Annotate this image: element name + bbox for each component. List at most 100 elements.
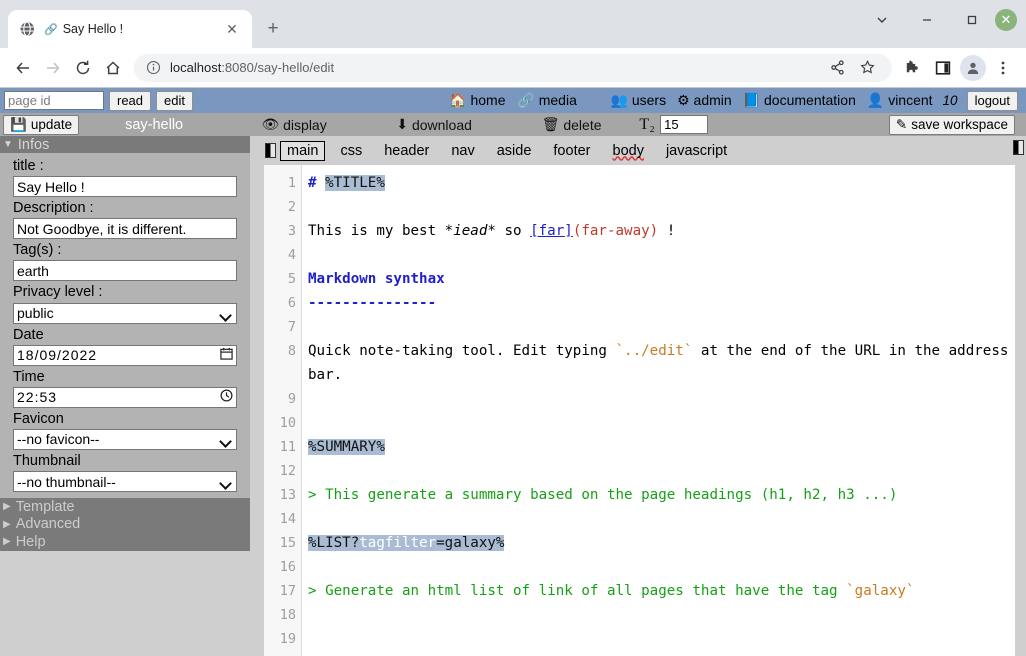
code-heading: Markdown synthax [308, 271, 445, 287]
code-variable: %SUMMARY% [308, 439, 385, 455]
time-field[interactable] [13, 386, 237, 408]
thumbnail-select[interactable]: --no thumbnail-- [13, 471, 237, 492]
documentation-link[interactable]: 📘 documentation [743, 92, 856, 109]
sidebar-section-template-label: Template [15, 498, 75, 515]
browser-nav-bar: localhost:8080/say-hello/edit [0, 48, 1026, 88]
code-variable-param: tagfilter [359, 535, 437, 551]
delete-button[interactable]: 🗑 delete [509, 116, 634, 133]
line-number: 15 [279, 535, 296, 551]
user-count-badge: 10 [942, 93, 958, 108]
three-dot-menu-icon[interactable] [988, 53, 1018, 83]
download-icon: ⬇ [396, 116, 409, 132]
tab-footer[interactable]: footer [546, 141, 597, 161]
edit-button[interactable]: edit [156, 90, 193, 111]
reload-icon[interactable] [68, 53, 98, 83]
eye-icon: 👁 [261, 116, 280, 132]
sidebar-section-advanced-label: Advanced [15, 516, 81, 533]
panel-collapse-right-icon[interactable] [1013, 140, 1024, 155]
display-label: display [283, 116, 327, 133]
save-disk-icon: 💾 [10, 116, 27, 132]
code-variable: %TITLE% [325, 175, 385, 191]
update-button[interactable]: 💾 update [3, 114, 80, 135]
forward-arrow-icon[interactable] [38, 53, 68, 83]
line-number: 10 [279, 415, 296, 431]
tags-label: Tag(s) : [13, 242, 62, 259]
code-line: ​ [308, 387, 1015, 411]
line-number: 14 [279, 511, 296, 527]
text-size-icon: T₂ [639, 115, 655, 133]
vincent-user-link[interactable]: 👤 vincent [867, 92, 933, 109]
page-id-input[interactable] [4, 91, 104, 110]
code-line: > This generate a summary based on the p… [308, 483, 1015, 507]
back-arrow-icon[interactable] [8, 53, 38, 83]
vincent-label: vincent [888, 92, 933, 108]
share-icon[interactable] [822, 53, 852, 83]
tab-header[interactable]: header [377, 141, 436, 161]
tab-nav[interactable]: nav [444, 141, 481, 161]
privacy-level-select[interactable]: public [13, 302, 237, 324]
code-line: ​ [308, 195, 1015, 219]
users-link[interactable]: 👥 users [611, 92, 667, 109]
profile-avatar-icon[interactable] [960, 54, 986, 81]
panel-collapse-left-icon[interactable] [265, 143, 276, 158]
minimize-icon[interactable] [904, 0, 949, 40]
code-line: ​ [308, 315, 1015, 339]
sidebar-section-advanced[interactable]: ▶ Advanced [0, 515, 250, 533]
tab-aside[interactable]: aside [490, 141, 539, 161]
date-field[interactable] [13, 344, 237, 366]
code-line: %SUMMARY% [308, 435, 1015, 459]
display-button[interactable]: 👁 display [229, 116, 359, 133]
line-number: 9 [287, 391, 296, 407]
sidebar-section-infos[interactable]: ▼ Infos [0, 136, 250, 153]
maximize-icon[interactable] [949, 0, 994, 40]
code-line: ​ [308, 243, 1015, 267]
code-line: # %TITLE% [308, 171, 1015, 195]
download-button[interactable]: ⬇ download [359, 116, 509, 133]
star-icon[interactable] [852, 53, 882, 83]
browser-tab[interactable]: 🔗 Say Hello ! ✕ [8, 10, 252, 48]
browser-nav-right [898, 53, 1018, 83]
code-editor[interactable]: 1 2 3 4 5 6 7 8 9 10 11 12 13 14 15 16 1… [263, 165, 1015, 656]
puzzle-icon[interactable] [898, 53, 928, 83]
favicon-select-wrap: --no favicon-- [13, 428, 237, 450]
users-icon: 👥 [610, 92, 628, 108]
omnibox[interactable]: localhost:8080/say-hello/edit [134, 53, 892, 83]
sidebar-section-help[interactable]: ▶ Help [0, 533, 250, 551]
home-link[interactable]: 🏠 home [449, 92, 505, 108]
title-field[interactable] [13, 176, 237, 198]
info-circle-icon[interactable] [144, 59, 162, 77]
privacy-level-select-wrap: public [13, 302, 237, 324]
media-link[interactable]: 🔗 media [517, 92, 576, 108]
code-emphasis: *iead* [444, 223, 496, 239]
tab-javascript[interactable]: javascript [659, 141, 734, 161]
sidebar-infos-fields: title : Description : Tag(s) : Privacy l… [0, 153, 250, 498]
tab-body[interactable]: body [606, 141, 651, 161]
window-close-button[interactable]: ✕ [994, 0, 1026, 40]
tab-main[interactable]: main [280, 140, 326, 161]
code-content[interactable]: # %TITLE%​This is my best *iead* so [far… [302, 165, 1015, 656]
tab-css[interactable]: css [333, 141, 369, 161]
app-toolbar: 💾 update say-hello 👁 display ⬇ download 🗑… [0, 113, 1026, 136]
favicon-select[interactable]: --no favicon-- [13, 428, 237, 450]
close-icon[interactable]: ✕ [222, 19, 242, 39]
home-icon[interactable] [98, 53, 128, 83]
sidebar-section-template[interactable]: ▶ Template [0, 498, 250, 516]
read-button[interactable]: read [109, 90, 152, 111]
current-page-name: say-hello [79, 117, 229, 133]
admin-link[interactable]: ⚙ admin [677, 92, 732, 109]
description-field[interactable] [13, 218, 237, 240]
font-size-input[interactable] [660, 115, 709, 134]
save-workspace-button[interactable]: ✎ save workspace [888, 114, 1015, 135]
new-tab-button[interactable]: + [259, 15, 287, 43]
logout-button[interactable]: logout [966, 90, 1018, 111]
omnibox-url-host: localhost [170, 60, 222, 75]
thumbnail-select-wrap: --no thumbnail-- [13, 471, 237, 492]
code-inline: `galaxy` [846, 583, 915, 599]
code-blockquote: > This generate a summary based on the p… [308, 487, 898, 503]
caret-right-icon: ▶ [3, 536, 11, 548]
side-panel-icon[interactable] [928, 53, 958, 83]
tags-field[interactable] [13, 260, 237, 282]
chevron-down-icon[interactable] [859, 0, 904, 40]
line-number: 11 [279, 439, 296, 455]
delete-label: delete [563, 116, 602, 133]
